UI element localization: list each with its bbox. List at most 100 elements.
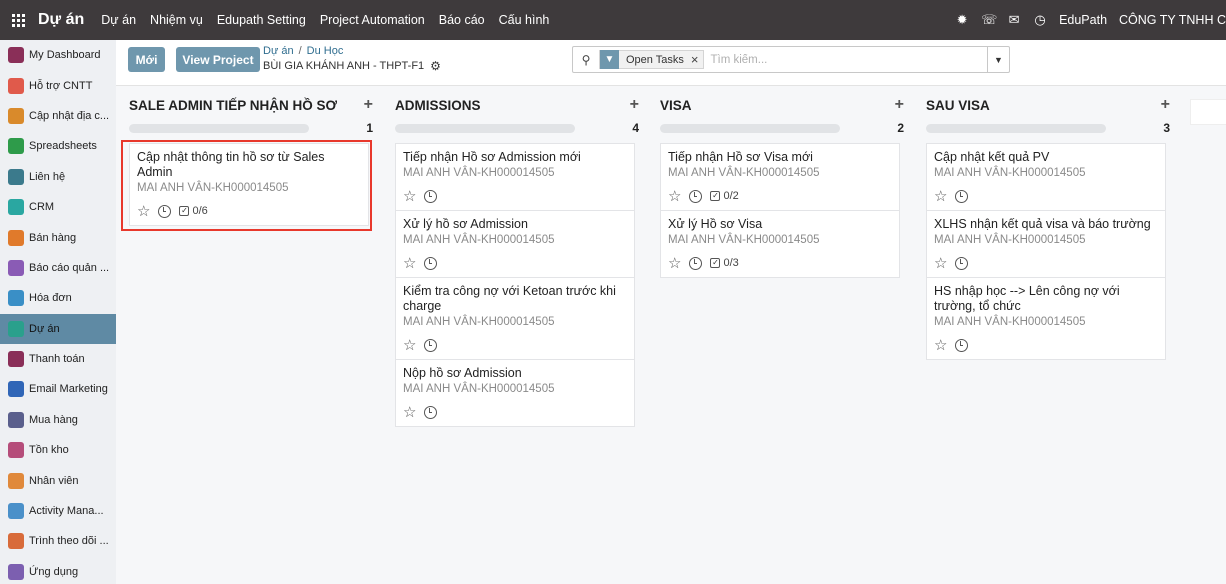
sidebar-item[interactable]: Hóa đơn <box>0 283 116 313</box>
activity-clock-icon[interactable] <box>424 338 438 352</box>
app-icon <box>8 107 24 124</box>
app-icon <box>8 77 24 94</box>
task-card[interactable]: Tiếp nhận Hồ sơ Visa mới MAI ANH VÂN-KH00… <box>660 143 900 211</box>
sidebar-item[interactable]: Email Marketing <box>0 374 116 404</box>
add-task-icon[interactable]: + <box>1161 96 1170 114</box>
add-task-icon[interactable]: + <box>630 96 639 114</box>
sidebar-item[interactable]: Tồn kho <box>0 435 116 465</box>
sidebar-item[interactable]: Báo cáo quản ... <box>0 253 116 283</box>
star-icon[interactable]: ☆ <box>403 405 416 420</box>
sidebar-item[interactable]: Dự án <box>0 313 116 344</box>
new-column-placeholder[interactable] <box>1190 99 1226 125</box>
chevron-down-icon[interactable]: ▼ <box>987 47 1009 72</box>
sidebar-item[interactable]: CRM <box>0 192 116 222</box>
column-progress-bar[interactable] <box>660 124 840 133</box>
app-icon <box>8 351 24 368</box>
sidebar-item-label: Bán hàng <box>29 231 77 244</box>
star-icon[interactable]: ☆ <box>137 204 150 219</box>
project-title-row: BÙI GIA KHÁNH ANH - THPT-F1 ⚙ <box>263 59 441 73</box>
menu-bao-cao[interactable]: Báo cáo <box>432 13 492 27</box>
star-icon[interactable]: ☆ <box>934 189 947 204</box>
bug-icon[interactable]: ✹ <box>955 12 969 28</box>
clock-icon[interactable]: ◷ <box>1033 12 1047 28</box>
gear-icon[interactable]: ⚙ <box>430 59 441 73</box>
column-progress-bar[interactable] <box>395 124 575 133</box>
task-card[interactable]: Tiếp nhận Hồ sơ Admission mới MAI ANH VÂN… <box>395 143 635 211</box>
activity-clock-icon[interactable] <box>158 204 172 218</box>
apps-grid-icon[interactable] <box>0 0 36 40</box>
sidebar-item[interactable]: Nhân viên <box>0 465 116 495</box>
search-input[interactable] <box>710 53 981 66</box>
sidebar-item[interactable]: Thanh toán <box>0 344 116 374</box>
view-project-button[interactable]: View Project <box>176 47 260 72</box>
star-icon[interactable]: ☆ <box>403 256 416 271</box>
task-customer: MAI ANH VÂN-KH000014505 <box>403 383 555 395</box>
add-task-icon[interactable]: + <box>364 96 373 114</box>
activity-clock-icon[interactable] <box>424 256 438 270</box>
sidebar-item[interactable]: My Dashboard <box>0 40 116 70</box>
sidebar-item[interactable]: Bán hàng <box>0 222 116 252</box>
company-switcher[interactable]: EduPath <box>1059 13 1107 27</box>
activity-clock-icon[interactable] <box>955 189 969 203</box>
sidebar-item[interactable]: Hỗ trợ CNTT <box>0 70 116 100</box>
sidebar-item[interactable]: Mua hàng <box>0 405 116 435</box>
menu-cau-hinh[interactable]: Cấu hình <box>492 13 557 27</box>
column-progress-bar[interactable] <box>129 124 309 133</box>
star-icon[interactable]: ☆ <box>934 256 947 271</box>
new-button[interactable]: Mới <box>128 47 165 72</box>
breadcrumb-du-an[interactable]: Dự án <box>263 45 294 57</box>
close-icon[interactable]: × <box>691 52 704 67</box>
sidebar-item[interactable]: Trình theo dõi ... <box>0 526 116 556</box>
task-card[interactable]: XLHS nhận kết quả visa và báo trường MAI … <box>926 211 1166 278</box>
checkbox-icon: ✓ <box>179 206 190 216</box>
task-card[interactable]: Cập nhật thông tin hồ sơ từ Sales Admin M… <box>129 143 369 226</box>
chat-icon[interactable]: ✉ <box>1007 12 1021 28</box>
breadcrumb-du-hoc[interactable]: Du Học <box>307 45 344 57</box>
menu-nhiem-vu[interactable]: Nhiệm vụ <box>143 13 210 27</box>
task-card[interactable]: Nộp hồ sơ Admission MAI ANH VÂN-KH0000145… <box>395 360 635 427</box>
phone-icon[interactable]: ☏ <box>981 12 997 28</box>
activity-clock-icon[interactable] <box>689 189 703 203</box>
column-title[interactable]: VISA <box>660 98 692 113</box>
column-progress-bar[interactable] <box>926 124 1106 133</box>
sidebar-item[interactable]: Spreadsheets <box>0 131 116 161</box>
company-name[interactable]: CÔNG TY TNHH C <box>1119 13 1226 27</box>
task-card[interactable]: Cập nhật kết quả PV MAI ANH VÂN-KH0000145… <box>926 143 1166 211</box>
card-list: Cập nhật thông tin hồ sơ từ Sales Admin M… <box>129 143 369 226</box>
sidebar-item[interactable]: Activity Mana... <box>0 496 116 526</box>
menu-edupath-setting[interactable]: Edupath Setting <box>210 13 313 27</box>
sidebar-item[interactable]: Cập nhật địa c... <box>0 101 116 131</box>
activity-clock-icon[interactable] <box>689 256 703 270</box>
add-task-icon[interactable]: + <box>895 96 904 114</box>
task-card[interactable]: Kiểm tra công nợ với Ketoan trước khi ch… <box>395 278 635 360</box>
activity-clock-icon[interactable] <box>955 338 969 352</box>
filter-facet[interactable]: ▼ Open Tasks × <box>599 50 705 69</box>
task-card[interactable]: Xử lý hồ sơ Admission MAI ANH VÂN-KH00001… <box>395 211 635 278</box>
column-count: 1 <box>366 121 373 135</box>
star-icon[interactable]: ☆ <box>668 256 681 271</box>
column-title[interactable]: ADMISSIONS <box>395 98 481 113</box>
star-icon[interactable]: ☆ <box>934 338 947 353</box>
star-icon[interactable]: ☆ <box>403 338 416 353</box>
menu-du-an[interactable]: Dự án <box>94 13 143 27</box>
activity-clock-icon[interactable] <box>955 256 969 270</box>
task-card[interactable]: Xử lý Hồ sơ Visa MAI ANH VÂN-KH000014505 ☆… <box>660 211 900 278</box>
sidebar-item-label: Nhân viên <box>29 474 79 487</box>
kanban-column: SAU VISA +3 Cập nhật kết quả PV MAI ANH VÂN… <box>926 86 1170 360</box>
activity-clock-icon[interactable] <box>424 405 438 419</box>
column-title[interactable]: SAU VISA <box>926 98 990 113</box>
app-brand[interactable]: Dự án <box>36 11 94 29</box>
sidebar-item-label: Báo cáo quản ... <box>29 261 110 274</box>
sidebar-item-label: Dự án <box>29 322 60 335</box>
task-card[interactable]: HS nhập học --> Lên công nợ với trường, … <box>926 278 1166 360</box>
activity-clock-icon[interactable] <box>424 189 438 203</box>
card-footer: ☆ ✓ 0/2 <box>668 188 892 204</box>
star-icon[interactable]: ☆ <box>668 189 681 204</box>
checklist-indicator: ✓ 0/6 <box>179 205 208 217</box>
sidebar-item[interactable]: Ứng dụng <box>0 557 116 584</box>
sidebar-item[interactable]: Liên hệ <box>0 162 116 192</box>
card-footer: ☆ <box>934 337 1158 353</box>
column-title[interactable]: SALE ADMIN TIẾP NHẬN HỒ SƠ <box>129 98 337 113</box>
star-icon[interactable]: ☆ <box>403 189 416 204</box>
menu-project-automation[interactable]: Project Automation <box>313 13 432 27</box>
